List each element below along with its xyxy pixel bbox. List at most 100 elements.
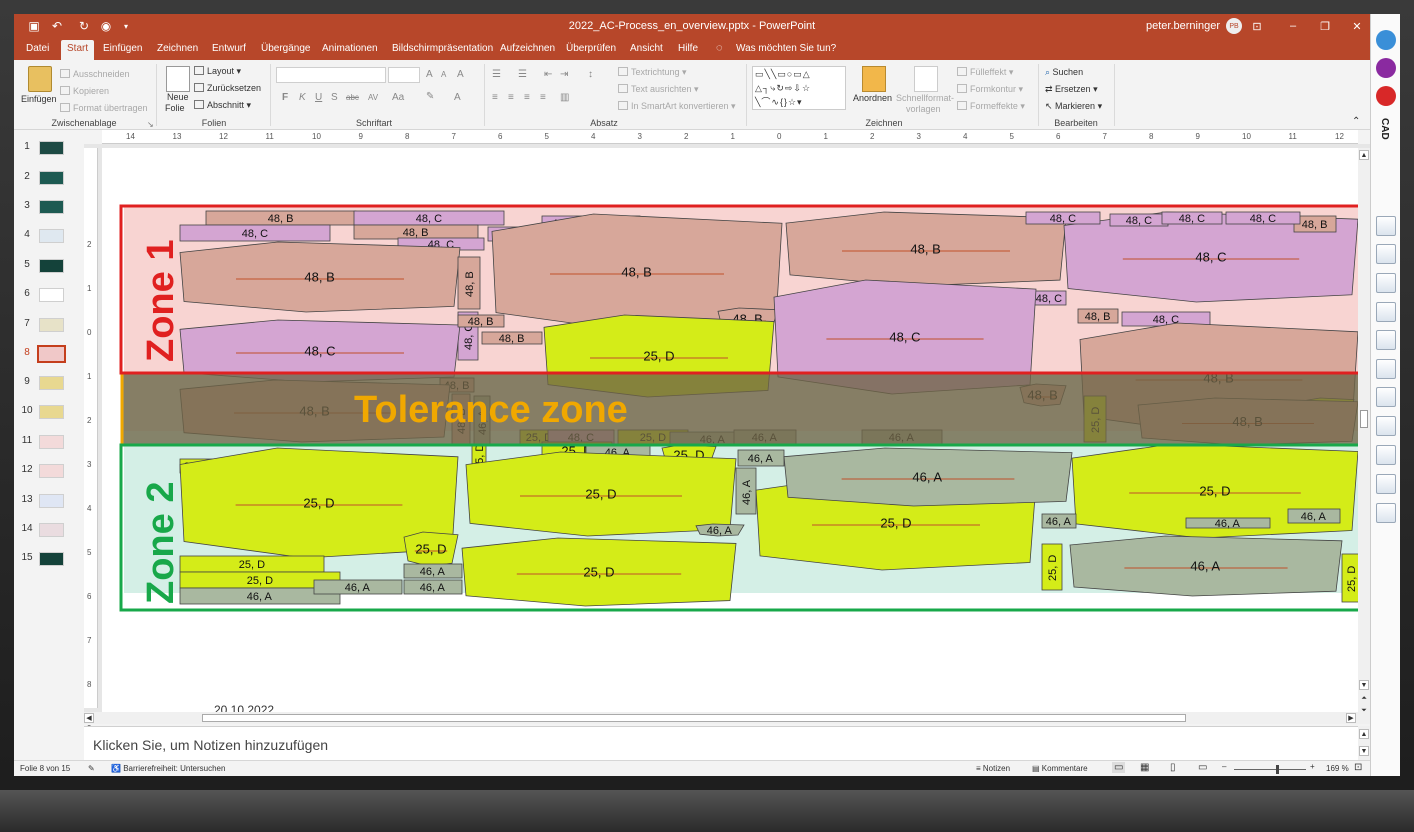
arrange-icon[interactable]	[862, 66, 886, 92]
slide-thumbnail[interactable]	[39, 200, 64, 214]
slide-thumbnail[interactable]	[39, 229, 64, 243]
shirt-icon[interactable]	[1376, 58, 1396, 78]
font-size-select[interactable]	[388, 67, 420, 83]
tab-animationen[interactable]: Animationen	[322, 43, 378, 54]
select-button[interactable]: ↖ Markieren ▾	[1045, 101, 1102, 112]
close-icon[interactable]: ✕	[1348, 17, 1366, 35]
reading-view-icon[interactable]: ▯	[1170, 762, 1176, 773]
paste-button[interactable]: Einfügen	[21, 94, 57, 104]
scroll-up-icon[interactable]: ▲	[1359, 150, 1369, 160]
quick-styles-icon[interactable]	[914, 66, 938, 92]
line-spacing-icon[interactable]: ↕	[588, 69, 593, 80]
decrease-indent-icon[interactable]: ⇤	[544, 69, 552, 80]
cad-cut-icon[interactable]	[1376, 416, 1396, 436]
character-spacing-button[interactable]: AV	[368, 93, 378, 102]
format-painter-button[interactable]: Format übertragen	[60, 103, 148, 113]
fit-to-window-icon[interactable]: ⊡	[1354, 762, 1362, 773]
align-center-icon[interactable]: ≡	[508, 92, 514, 103]
clipboard-launcher-icon[interactable]: ↘	[147, 120, 154, 129]
highlight-icon[interactable]: ✎	[426, 91, 434, 102]
slide-canvas[interactable]: 48, B48, C48, C48, B48, C48, C48, C48, C…	[102, 148, 1358, 714]
zoom-in-icon[interactable]: +	[1310, 762, 1315, 771]
shadow-button[interactable]: S	[331, 92, 338, 103]
ribbon-display-options-icon[interactable]: ⊡	[1248, 17, 1266, 35]
zoom-slider-track[interactable]	[1234, 769, 1306, 770]
bullets-icon[interactable]: ☰	[492, 69, 501, 80]
slide-sorter-icon[interactable]: ▦	[1140, 762, 1149, 773]
text-direction-button[interactable]: Textrichtung ▾	[618, 67, 687, 78]
cad-edit-icon[interactable]	[1376, 445, 1396, 465]
quick-styles-label-1[interactable]: Schnellformat-	[896, 93, 954, 103]
section-button[interactable]: Abschnitt ▾	[194, 100, 251, 111]
layout-button[interactable]: Layout ▾	[194, 66, 241, 77]
tab-bildschirmpraesentation[interactable]: Bildschirmpräsentation	[392, 43, 493, 54]
slide-thumbnail[interactable]	[39, 435, 64, 449]
vertical-scroll-thumb[interactable]	[1360, 410, 1368, 428]
slide-thumbnail[interactable]	[39, 376, 64, 390]
slide-thumbnail[interactable]	[37, 345, 66, 363]
user-name[interactable]: peter.berninger	[1146, 20, 1220, 32]
zoom-level[interactable]: 169 %	[1326, 764, 1349, 773]
maximize-icon[interactable]: ❐	[1316, 17, 1334, 35]
cad-draft-icon[interactable]	[1376, 216, 1396, 236]
bold-button[interactable]: F	[282, 92, 288, 103]
reset-button[interactable]: Zurücksetzen	[194, 83, 261, 93]
cad-grade-icon[interactable]	[1376, 244, 1396, 264]
notes-scrollbar[interactable]: ▲ ▼	[1358, 726, 1370, 760]
slide-thumbnail[interactable]	[39, 552, 64, 566]
slide-thumbnail[interactable]	[39, 288, 64, 302]
next-slide-icon[interactable]: ⏷	[1359, 706, 1369, 716]
cad-nesting-icon[interactable]	[1376, 387, 1396, 407]
cad-table-icon[interactable]	[1376, 302, 1396, 322]
tab-ueberpruefen[interactable]: Überprüfen	[566, 43, 616, 54]
cut-button[interactable]: Ausschneiden	[60, 69, 130, 79]
collapse-ribbon-icon[interactable]: ⌃	[1352, 116, 1360, 127]
accessibility-person-icon[interactable]	[1376, 30, 1396, 50]
change-case-button[interactable]: Aa	[392, 92, 404, 103]
numbering-icon[interactable]: ☰	[518, 69, 527, 80]
quick-styles-label-2[interactable]: vorlagen	[906, 104, 941, 114]
shape-effects-button[interactable]: Formeffekte ▾	[957, 101, 1025, 112]
arrange-button[interactable]: Anordnen	[853, 93, 892, 103]
align-text-button[interactable]: Text ausrichten ▾	[618, 84, 699, 95]
scroll-down-icon[interactable]: ▼	[1359, 680, 1369, 690]
spellcheck-icon[interactable]: ✎	[88, 764, 95, 773]
cad-export-icon[interactable]	[1376, 503, 1396, 523]
slide-thumbnail[interactable]	[39, 318, 64, 332]
shrink-font-icon[interactable]: A	[441, 70, 446, 79]
notes-button[interactable]: ≡ Notizen	[976, 764, 1010, 773]
notes-pane[interactable]: Klicken Sie, um Notizen hinzuzufügen	[84, 726, 1358, 760]
new-slide-label-1[interactable]: Neue	[167, 92, 189, 102]
tab-uebergaenge[interactable]: Übergänge	[261, 43, 310, 54]
replace-button[interactable]: ⇄ Ersetzen ▾	[1045, 84, 1098, 95]
previous-slide-icon[interactable]: ⏶	[1359, 694, 1369, 704]
convert-smartart-button[interactable]: In SmartArt konvertieren ▾	[618, 101, 736, 112]
find-button[interactable]: ⌕ Suchen	[1045, 67, 1083, 78]
copy-button[interactable]: Kopieren	[60, 86, 109, 96]
comments-button[interactable]: ▤ Kommentare	[1032, 764, 1088, 773]
strikethrough-button[interactable]: abc	[346, 93, 359, 102]
tab-zeichnen[interactable]: Zeichnen	[157, 43, 198, 54]
tab-start[interactable]: Start	[61, 40, 95, 60]
tab-datei[interactable]: Datei	[26, 43, 49, 54]
cad-pattern-icon[interactable]	[1376, 273, 1396, 293]
new-slide-icon[interactable]	[166, 66, 190, 92]
slide-thumbnail[interactable]	[39, 523, 64, 537]
shape-fill-button[interactable]: Fülleffekt ▾	[957, 67, 1013, 78]
font-name-select[interactable]	[276, 67, 386, 83]
justify-icon[interactable]: ≡	[540, 92, 546, 103]
paste-icon[interactable]	[28, 66, 52, 92]
horizontal-scrollbar[interactable]: ◀ ▶	[84, 712, 1358, 724]
scroll-right-icon[interactable]: ▶	[1346, 713, 1356, 723]
notes-scroll-up-icon[interactable]: ▲	[1359, 729, 1369, 739]
horizontal-scroll-thumb[interactable]	[202, 714, 1186, 722]
slide-thumbnail[interactable]	[39, 171, 64, 185]
scroll-left-icon[interactable]: ◀	[84, 713, 94, 723]
slide-thumbnail[interactable]	[39, 141, 64, 155]
underline-button[interactable]: U	[315, 92, 322, 103]
cad-plot-icon[interactable]	[1376, 474, 1396, 494]
vertical-scrollbar[interactable]: ▲ ▼ ⏶ ⏷	[1358, 148, 1370, 724]
tab-aufzeichnen[interactable]: Aufzeichnen	[500, 43, 555, 54]
notes-placeholder[interactable]: Klicken Sie, um Notizen hinzuzufügen	[93, 737, 328, 753]
tools-icon[interactable]	[1376, 86, 1396, 106]
